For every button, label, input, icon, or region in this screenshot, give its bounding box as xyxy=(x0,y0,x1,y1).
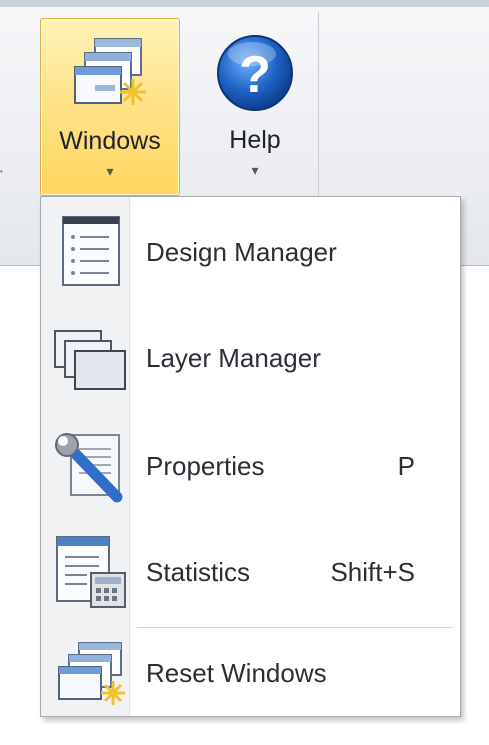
ribbon-group-separator xyxy=(318,12,319,197)
windows-cascade-icon xyxy=(67,31,153,117)
menu-item-layer-manager[interactable]: Layer Manager xyxy=(41,305,460,411)
properties-wrench-icon xyxy=(53,427,131,505)
chevron-down-icon: ▾ xyxy=(106,163,114,179)
menu-item-label: Design Manager xyxy=(146,237,337,267)
chevron-down-icon: ▾ xyxy=(251,162,259,178)
windows-dropdown-menu: Design Manager Layer Manager Properties xyxy=(40,196,461,717)
ribbon-top-border xyxy=(0,0,489,7)
menu-item-design-manager[interactable]: Design Manager xyxy=(41,199,460,305)
statistics-icon xyxy=(53,533,131,611)
menu-separator xyxy=(137,627,453,628)
menu-item-label: Reset Windows xyxy=(146,658,327,688)
windows-ribbon-button[interactable]: Windows ▾ xyxy=(40,18,180,196)
menu-item-label: Layer Manager xyxy=(146,343,321,373)
menu-item-reset-windows[interactable]: Reset Windows xyxy=(41,633,460,713)
help-ribbon-button[interactable]: ? Help ▾ xyxy=(196,18,314,196)
design-manager-icon xyxy=(53,213,131,291)
reset-windows-icon xyxy=(53,637,131,715)
menu-item-label: Properties xyxy=(146,451,265,481)
layer-manager-icon xyxy=(53,319,131,397)
menu-item-statistics[interactable]: Statistics Shift+S xyxy=(41,519,460,625)
windows-button-label: Windows xyxy=(59,127,161,155)
help-button-label: Help xyxy=(229,126,281,154)
help-icon: ? xyxy=(212,30,298,116)
menu-item-shortcut: Shift+S xyxy=(330,557,415,587)
menu-item-label: Statistics xyxy=(146,557,251,587)
menu-item-shortcut: P xyxy=(397,451,415,481)
menu-item-properties[interactable]: Properties P xyxy=(41,413,460,519)
help-glyph: ? xyxy=(239,46,271,104)
ribbon-overflow-dot: · xyxy=(0,160,5,183)
